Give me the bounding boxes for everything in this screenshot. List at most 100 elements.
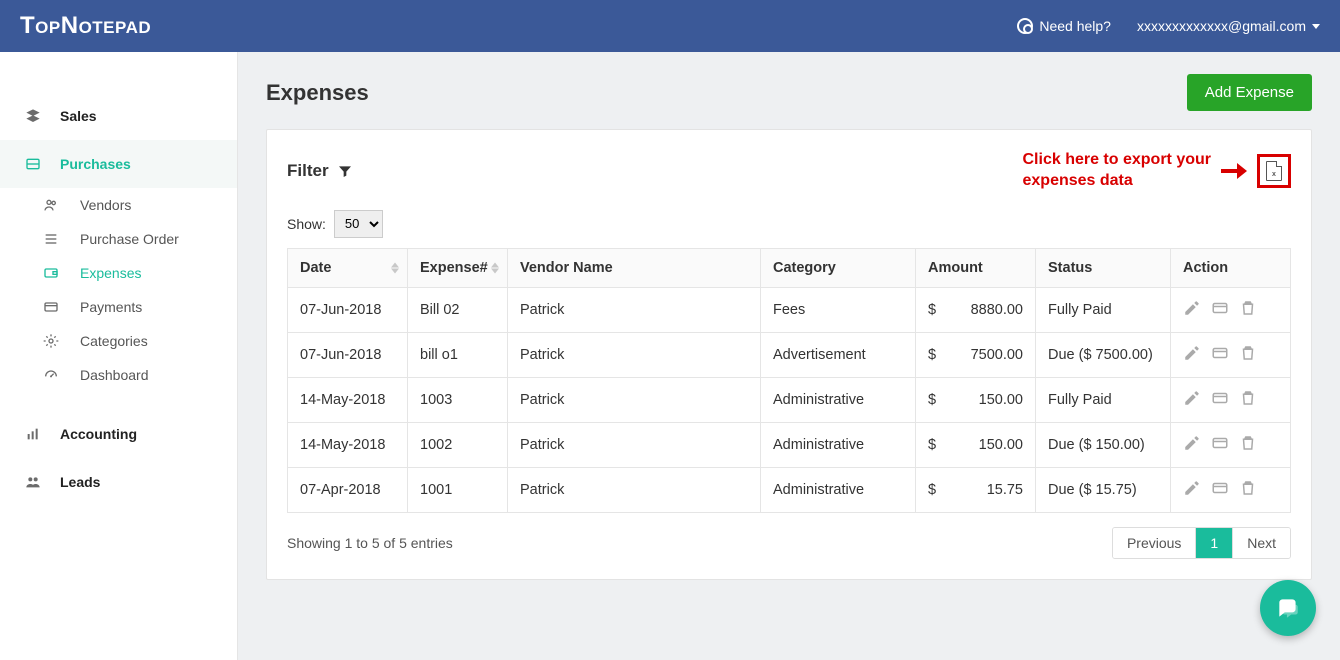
topbar-right: Need help? xxxxxxxxxxxxx@gmail.com — [1017, 18, 1320, 34]
cell-actions — [1171, 422, 1291, 467]
table-row: 14-May-20181002PatrickAdministrative$150… — [288, 422, 1291, 467]
sidebar-sub-payments[interactable]: Payments — [0, 290, 237, 324]
add-expense-button[interactable]: Add Expense — [1187, 74, 1312, 111]
arrow-icon — [1221, 165, 1247, 177]
chat-icon — [1275, 595, 1301, 621]
edit-icon[interactable] — [1183, 434, 1201, 456]
cell-category: Administrative — [761, 377, 916, 422]
cell-vendor: Patrick — [508, 287, 761, 332]
sidebar-item-label: Sales — [60, 108, 97, 124]
pay-icon[interactable] — [1211, 389, 1229, 411]
expenses-card: Filter Click here to export your expense… — [266, 129, 1312, 580]
sort-icon — [391, 262, 399, 273]
edit-icon[interactable] — [1183, 299, 1201, 321]
brand-logo: TopNotepad — [20, 12, 151, 40]
sidebar-item-label: Leads — [60, 474, 100, 490]
cell-status: Due ($ 15.75) — [1036, 467, 1171, 512]
pay-icon[interactable] — [1211, 299, 1229, 321]
sidebar-sub-label: Expenses — [80, 265, 141, 281]
table-row: 07-Jun-2018bill o1PatrickAdvertisement$7… — [288, 332, 1291, 377]
delete-icon[interactable] — [1239, 434, 1257, 456]
pager-page-1[interactable]: 1 — [1195, 528, 1232, 558]
col-amount[interactable]: Amount — [916, 248, 1036, 287]
col-label: Status — [1048, 260, 1092, 276]
cell-actions — [1171, 287, 1291, 332]
sidebar-sub-label: Vendors — [80, 197, 131, 213]
filter-toggle[interactable]: Filter — [287, 161, 353, 181]
pay-icon[interactable] — [1211, 479, 1229, 501]
edit-icon[interactable] — [1183, 479, 1201, 501]
sidebar-sub-vendors[interactable]: Vendors — [0, 188, 237, 222]
cell-amount: $15.75 — [916, 467, 1036, 512]
sidebar-item-label: Accounting — [60, 426, 137, 442]
col-category[interactable]: Category — [761, 248, 916, 287]
export-file-icon: x — [1266, 161, 1282, 181]
cell-status: Fully Paid — [1036, 287, 1171, 332]
expenses-table: Date Expense# Vendor Name Category Amoun… — [287, 248, 1291, 513]
sidebar-sub-label: Dashboard — [80, 367, 149, 383]
delete-icon[interactable] — [1239, 344, 1257, 366]
sidebar-item-purchases[interactable]: Purchases — [0, 140, 237, 188]
col-label: Vendor Name — [520, 260, 613, 276]
pay-icon[interactable] — [1211, 344, 1229, 366]
sidebar-sub-label: Purchase Order — [80, 231, 179, 247]
cell-status: Due ($ 150.00) — [1036, 422, 1171, 467]
callout-line: expenses data — [1023, 171, 1212, 192]
chart-icon — [24, 426, 42, 442]
sidebar: Sales Purchases Vendors Purchase Order E… — [0, 52, 238, 660]
filter-icon — [337, 163, 353, 179]
cell-category: Advertisement — [761, 332, 916, 377]
main-area: Expenses Add Expense Filter Click here t… — [238, 52, 1340, 660]
table-header-row: Date Expense# Vendor Name Category Amoun… — [288, 248, 1291, 287]
wallet-icon — [42, 265, 60, 281]
chat-button[interactable] — [1260, 580, 1316, 636]
topbar: TopNotepad Need help? xxxxxxxxxxxxx@gmai… — [0, 0, 1340, 52]
cell-date: 07-Apr-2018 — [288, 467, 408, 512]
help-label: Need help? — [1039, 18, 1111, 34]
export-button[interactable]: x — [1257, 154, 1291, 188]
delete-icon[interactable] — [1239, 479, 1257, 501]
sidebar-item-leads[interactable]: Leads — [0, 458, 237, 506]
cell-amount: $150.00 — [916, 377, 1036, 422]
cell-expense-num: Bill 02 — [408, 287, 508, 332]
col-expense-num[interactable]: Expense# — [408, 248, 508, 287]
cell-actions — [1171, 467, 1291, 512]
pager-next[interactable]: Next — [1232, 528, 1290, 558]
page-header: Expenses Add Expense — [266, 74, 1312, 111]
sidebar-sub-categories[interactable]: Categories — [0, 324, 237, 358]
sidebar-sub-expenses[interactable]: Expenses — [0, 256, 237, 290]
user-email-text: xxxxxxxxxxxxx@gmail.com — [1137, 18, 1306, 34]
pay-icon[interactable] — [1211, 434, 1229, 456]
export-callout: Click here to export your expenses data — [1023, 150, 1212, 192]
col-status[interactable]: Status — [1036, 248, 1171, 287]
col-label: Action — [1183, 260, 1228, 276]
sidebar-sub-label: Payments — [80, 299, 142, 315]
col-vendor[interactable]: Vendor Name — [508, 248, 761, 287]
users-icon — [42, 197, 60, 213]
entries-info: Showing 1 to 5 of 5 entries — [287, 535, 453, 551]
delete-icon[interactable] — [1239, 299, 1257, 321]
pager-prev[interactable]: Previous — [1113, 528, 1195, 558]
edit-icon[interactable] — [1183, 344, 1201, 366]
help-link[interactable]: Need help? — [1017, 18, 1111, 34]
user-menu[interactable]: xxxxxxxxxxxxx@gmail.com — [1137, 18, 1320, 34]
col-date[interactable]: Date — [288, 248, 408, 287]
sidebar-sub-purchase-order[interactable]: Purchase Order — [0, 222, 237, 256]
cell-status: Fully Paid — [1036, 377, 1171, 422]
cell-vendor: Patrick — [508, 467, 761, 512]
chevron-down-icon — [1312, 24, 1320, 29]
group-icon — [24, 474, 42, 490]
cell-date: 07-Jun-2018 — [288, 287, 408, 332]
delete-icon[interactable] — [1239, 389, 1257, 411]
show-select[interactable]: 50 — [334, 210, 383, 238]
edit-icon[interactable] — [1183, 389, 1201, 411]
cell-amount: $8880.00 — [916, 287, 1036, 332]
cell-expense-num: bill o1 — [408, 332, 508, 377]
gear-icon — [42, 333, 60, 349]
cell-category: Fees — [761, 287, 916, 332]
cell-date: 07-Jun-2018 — [288, 332, 408, 377]
sidebar-item-accounting[interactable]: Accounting — [0, 410, 237, 458]
sidebar-sub-dashboard[interactable]: Dashboard — [0, 358, 237, 392]
sidebar-item-sales[interactable]: Sales — [0, 92, 237, 140]
col-label: Category — [773, 260, 836, 276]
